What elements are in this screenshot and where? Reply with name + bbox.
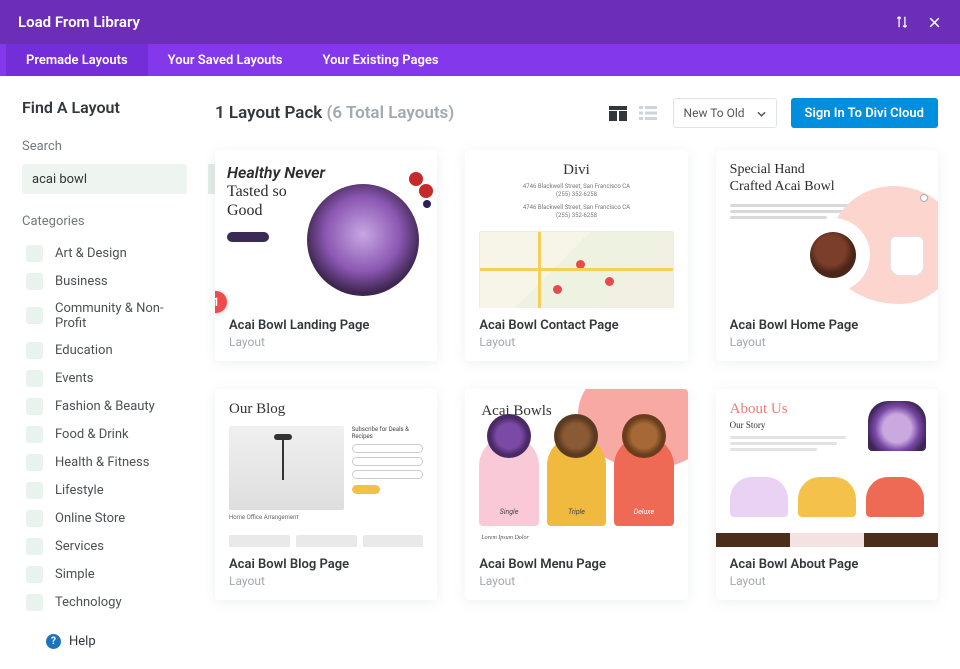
category-label: Food & Drink [55, 427, 129, 442]
card-subtitle: Layout [479, 574, 673, 588]
sidebar: Find A Layout Search + Filter Categories… [0, 76, 205, 669]
modal-header: Load From Library [0, 0, 960, 44]
category-label: Simple [55, 567, 95, 582]
layout-card[interactable]: Our BlogSubscribe for Deals & RecipesHom… [215, 389, 437, 600]
checkbox-icon [26, 370, 43, 387]
search-label: Search [22, 139, 187, 154]
sidebar-title: Find A Layout [22, 98, 187, 117]
checkbox-icon [26, 426, 43, 443]
content-area: 1 Layout Pack (6 Total Layouts) New To O… [205, 76, 960, 669]
category-label: Education [55, 343, 113, 358]
sort-arrows-icon[interactable] [895, 15, 909, 29]
help-label: Help [69, 634, 96, 649]
checkbox-icon [26, 245, 43, 262]
category-item[interactable]: Education [26, 336, 187, 364]
category-item[interactable]: Food & Drink [26, 420, 187, 448]
checkbox-icon [26, 307, 43, 324]
search-input[interactable] [22, 172, 208, 187]
category-label: Health & Fitness [55, 455, 149, 470]
card-title: Acai Bowl About Page [730, 557, 924, 572]
checkbox-icon [26, 594, 43, 611]
checkbox-icon [26, 273, 43, 290]
card-title: Acai Bowl Landing Page [229, 318, 423, 333]
card-title: Acai Bowl Menu Page [479, 557, 673, 572]
checkbox-icon [26, 342, 43, 359]
category-label: Technology [55, 595, 122, 610]
category-item[interactable]: Events [26, 364, 187, 392]
layout-card[interactable]: Divi4746 Blackwell Street, San Francisco… [465, 150, 687, 361]
card-title: Acai Bowl Blog Page [229, 557, 423, 572]
checkbox-icon [26, 482, 43, 499]
card-subtitle: Layout [730, 574, 924, 588]
checkbox-icon [26, 398, 43, 415]
chevron-down-icon [757, 106, 766, 120]
checkbox-icon [26, 510, 43, 527]
category-item[interactable]: Business [26, 267, 187, 295]
category-label: Community & Non-Profit [55, 301, 187, 331]
category-label: Art & Design [55, 246, 127, 261]
category-label: Events [55, 371, 93, 386]
category-label: Fashion & Beauty [55, 399, 155, 414]
tab-premade-layouts[interactable]: Premade Layouts [6, 44, 148, 76]
category-item[interactable]: Technology [26, 588, 187, 616]
category-item[interactable]: Simple [26, 560, 187, 588]
modal-title: Load From Library [18, 13, 140, 31]
sign-in-button[interactable]: Sign In To Divi Cloud [791, 98, 938, 128]
checkbox-icon [26, 454, 43, 471]
tab-existing-pages[interactable]: Your Existing Pages [303, 44, 459, 76]
layout-card[interactable]: Acai BowlsSingleTripleDeluxeLorem Ipsum … [465, 389, 687, 600]
card-subtitle: Layout [730, 335, 924, 349]
list-view-icon[interactable] [637, 104, 659, 122]
card-subtitle: Layout [229, 574, 423, 588]
layout-card[interactable]: About UsOur StoryAcai Bowl About PageLay… [716, 389, 938, 600]
card-subtitle: Layout [479, 335, 673, 349]
card-title: Acai Bowl Contact Page [479, 318, 673, 333]
checkbox-icon [26, 538, 43, 555]
close-icon[interactable] [927, 15, 942, 30]
category-label: Online Store [55, 511, 125, 526]
card-title: Acai Bowl Home Page [730, 318, 924, 333]
grid-view-icon[interactable] [607, 104, 629, 122]
category-label: Lifestyle [55, 483, 104, 498]
card-subtitle: Layout [229, 335, 423, 349]
tab-bar: Premade Layouts Your Saved Layouts Your … [0, 44, 960, 76]
category-item[interactable]: Fashion & Beauty [26, 392, 187, 420]
category-item[interactable]: Health & Fitness [26, 448, 187, 476]
checkbox-icon [26, 566, 43, 583]
help-icon: ? [46, 634, 61, 649]
layout-card[interactable]: Special HandCrafted Acai BowlAcai Bowl H… [716, 150, 938, 361]
tab-saved-layouts[interactable]: Your Saved Layouts [148, 44, 303, 76]
category-item[interactable]: Community & Non-Profit [26, 295, 187, 336]
categories-label: Categories [22, 214, 187, 229]
category-item[interactable]: Services [26, 532, 187, 560]
results-heading: 1 Layout Pack (6 Total Layouts) [215, 103, 454, 123]
category-label: Business [55, 274, 108, 289]
category-item[interactable]: Online Store [26, 504, 187, 532]
category-item[interactable]: Lifestyle [26, 476, 187, 504]
category-label: Services [55, 539, 104, 554]
sort-select-value: New To Old [684, 106, 745, 120]
category-item[interactable]: Art & Design [26, 239, 187, 267]
layout-card[interactable]: Healthy NeverTasted soGoodAcai Bowl Land… [215, 150, 437, 361]
sort-select[interactable]: New To Old [673, 98, 777, 128]
help-link[interactable]: ? Help [22, 634, 187, 649]
